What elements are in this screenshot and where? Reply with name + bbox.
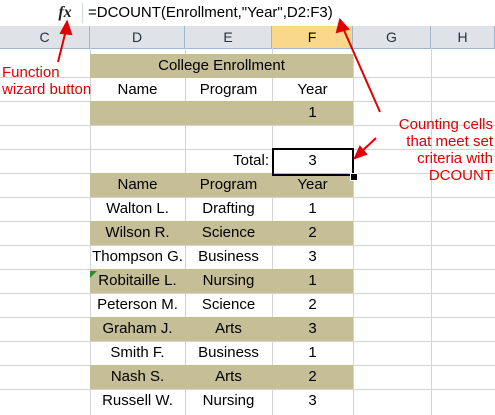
formula-arrow-line <box>342 27 381 113</box>
annotation-arrows <box>57 17 381 160</box>
fx-arrow-head <box>59 19 73 36</box>
fx-arrow-line <box>57 29 67 63</box>
formula-arrow-head <box>335 17 350 34</box>
